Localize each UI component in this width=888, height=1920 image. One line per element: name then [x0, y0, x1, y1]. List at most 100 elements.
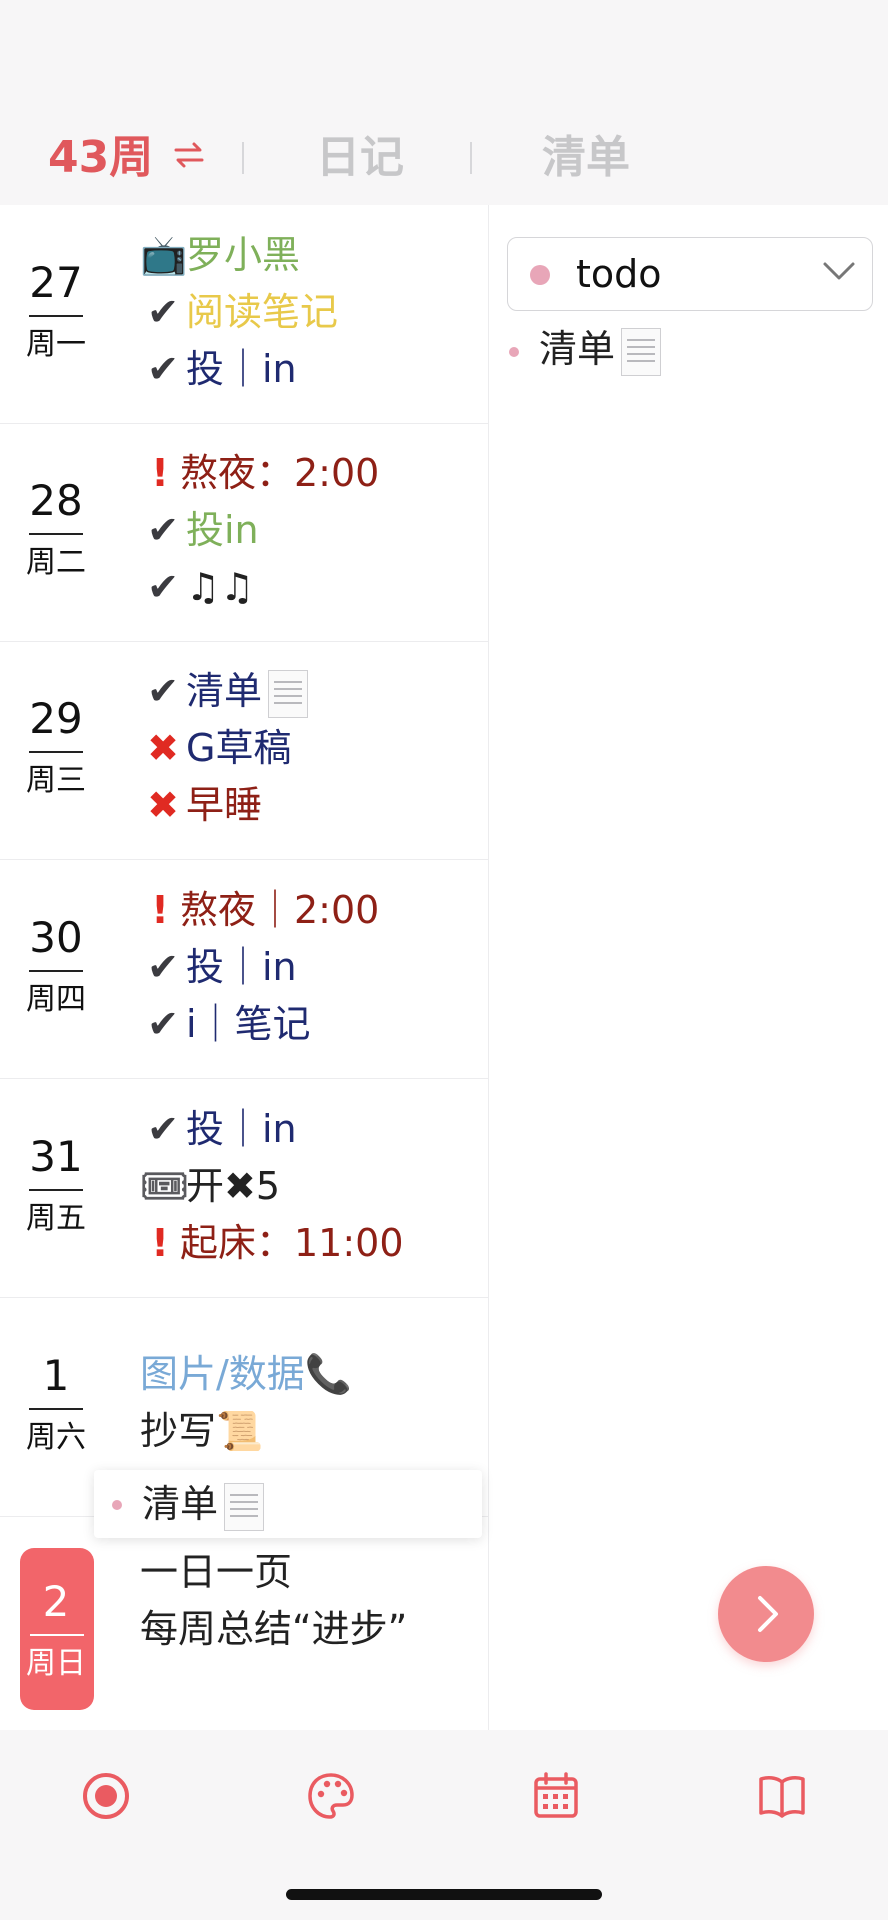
day-number: 31: [29, 1132, 83, 1181]
date-column: 30 周四: [20, 860, 92, 1078]
palette-icon[interactable]: [305, 1770, 357, 1822]
calendar-icon[interactable]: [530, 1770, 582, 1822]
entry-line: ✔ i｜笔记: [140, 996, 379, 1053]
exclamation-icon: !: [151, 888, 169, 932]
todo-panel: todo 清单: [489, 205, 888, 1730]
drag-popover[interactable]: 清单: [94, 1470, 482, 1538]
bullet-dot: [509, 347, 519, 357]
day-number: 2: [42, 1577, 70, 1626]
weekday-name: 周五: [26, 1201, 86, 1236]
weekday-name: 周六: [26, 1420, 86, 1455]
date-divider: [29, 1189, 83, 1191]
cross-icon: ✖: [147, 726, 179, 770]
weekday-name: 周四: [26, 982, 86, 1017]
tab-diary[interactable]: 日记: [316, 130, 404, 186]
day-entries: ✔ 清单 ✖ G草稿 ✖ 早睡: [140, 663, 309, 834]
day-row[interactable]: 31 周五 ✔ 投｜in 🎟开✖5! 起床：11:00: [0, 1079, 488, 1298]
day-number: 1: [42, 1351, 70, 1400]
entry-text: 起床：11:00: [180, 1221, 404, 1265]
entry-line: ✔ 投in: [140, 502, 379, 559]
entry-text: 熬夜｜2:00: [180, 888, 380, 932]
entry-line: 🎟开✖5: [140, 1158, 404, 1215]
entry-line: ✔ 投｜in: [140, 341, 338, 398]
check-icon: ✔: [147, 565, 179, 609]
entry-text: 抄写📜: [140, 1409, 264, 1453]
date-divider: [29, 1408, 83, 1410]
entry-line: ✔ 清单: [140, 663, 309, 720]
record-icon[interactable]: [80, 1770, 132, 1822]
entry-text: 一日一页: [140, 1550, 293, 1594]
day-entries: ! 熬夜｜2:00 ✔ 投｜in ✔ i｜笔记: [140, 882, 379, 1053]
tab-divider: [470, 142, 472, 174]
entry-text: 投in: [186, 508, 259, 552]
check-icon: ✔: [147, 290, 179, 334]
date-column: 1 周六: [20, 1298, 92, 1516]
chevron-right-icon: [758, 1596, 778, 1632]
entry-text: 清单: [186, 669, 263, 713]
sunday-badge[interactable]: 2 周日: [20, 1548, 94, 1710]
day-number: 29: [29, 694, 83, 743]
receipt-icon: [224, 1482, 265, 1531]
book-icon[interactable]: [756, 1770, 808, 1822]
entry-line: ! 熬夜：2:00: [140, 445, 379, 502]
day-row[interactable]: 27 周一 📺罗小黑 ✔ 阅读笔记 ✔ 投｜in: [0, 205, 488, 424]
date-column: 27 周一: [20, 205, 92, 423]
entry-text: 开✖5: [186, 1164, 281, 1208]
entry-line: ✖ G草稿: [140, 720, 308, 777]
day-row[interactable]: 30 周四! 熬夜｜2:00 ✔ 投｜in ✔ i｜笔记: [0, 860, 488, 1079]
entry-line: 📺罗小黑: [140, 227, 338, 284]
check-icon: ✔: [147, 508, 179, 552]
entry-text: 投｜in: [186, 347, 297, 391]
list-select[interactable]: todo: [507, 237, 873, 311]
date-divider: [29, 315, 83, 317]
check-icon: ✔: [147, 1107, 179, 1151]
entry-text: 图片/数据📞: [140, 1352, 353, 1396]
entry-line: ! 熬夜｜2:00: [140, 882, 379, 939]
entry-line: ✔ 投｜in: [140, 939, 379, 996]
entry-text: 投｜in: [186, 1107, 297, 1151]
check-icon: ✔: [147, 1002, 179, 1046]
tab-week[interactable]: 43周: [48, 130, 153, 186]
sunday-entries[interactable]: 一日一页 每周总结“进步”: [140, 1544, 407, 1658]
day-number: 27: [29, 258, 83, 307]
entry-text: 熬夜：2:00: [180, 451, 380, 495]
entry-text: ♫♫: [186, 565, 255, 609]
date-divider: [29, 751, 83, 753]
select-value: todo: [576, 252, 662, 296]
check-icon: ✔: [147, 945, 179, 989]
next-button[interactable]: [718, 1566, 814, 1662]
cross-icon: ✖: [147, 783, 179, 827]
date-divider: [30, 1634, 84, 1636]
day-number: 28: [29, 476, 83, 525]
exclamation-icon: !: [151, 451, 169, 495]
entry-text: i｜笔记: [186, 1002, 311, 1046]
entry-line: ✔ 投｜in: [140, 1101, 404, 1158]
day-entries: ✔ 投｜in 🎟开✖5! 起床：11:00: [140, 1101, 404, 1272]
tab-list[interactable]: 清单: [542, 130, 630, 186]
day-number: 30: [29, 913, 83, 962]
swap-icon[interactable]: [172, 138, 206, 172]
day-entries: ! 熬夜：2:00 ✔ 投in ✔ ♫♫: [140, 445, 379, 616]
weekday-name: 周三: [26, 763, 86, 798]
check-icon: ✔: [147, 347, 179, 391]
entry-line: ! 起床：11:00: [140, 1215, 404, 1272]
day-entries: 📺罗小黑 ✔ 阅读笔记 ✔ 投｜in: [140, 227, 338, 398]
entry-text: 罗小黑: [186, 233, 301, 277]
weekday-name: 周日: [26, 1646, 86, 1681]
tab-divider: [242, 142, 244, 174]
day-entries: 图片/数据📞 抄写📜: [140, 1346, 352, 1460]
exclamation-icon: !: [151, 1221, 169, 1265]
popover-text: 清单: [142, 1478, 265, 1531]
entry-text: 每周总结“进步”: [140, 1607, 408, 1651]
day-row[interactable]: 29 周三 ✔ 清单 ✖ G草稿 ✖ 早睡: [0, 641, 488, 860]
receipt-icon: [268, 669, 309, 718]
weekday-name: 周一: [26, 327, 86, 362]
home-indicator: [286, 1889, 602, 1900]
date-divider: [29, 970, 83, 972]
entry-line: ✖ 早睡: [140, 777, 308, 834]
entry-line: ✔ ♫♫: [140, 559, 379, 616]
ticket-icon: 🎟: [140, 1164, 189, 1208]
day-row[interactable]: 28 周二! 熬夜：2:00 ✔ 投in ✔ ♫♫: [0, 423, 488, 642]
date-column: 29 周三: [20, 641, 92, 859]
tv-icon: 📺: [140, 233, 188, 277]
